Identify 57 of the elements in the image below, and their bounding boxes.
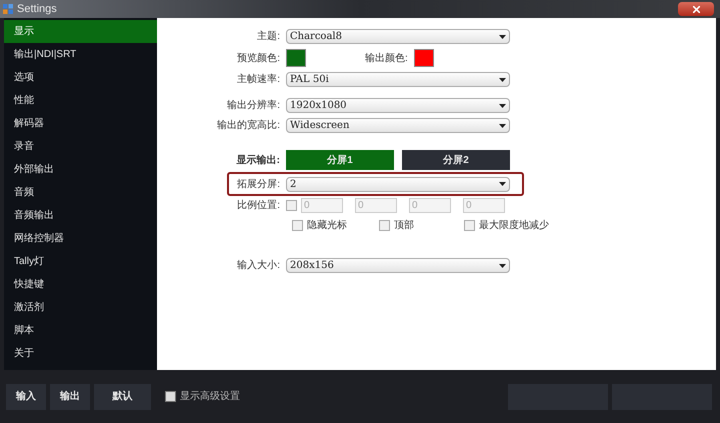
sidebar-item[interactable]: 音频输出 (4, 204, 157, 227)
field-label: 输入大小: (236, 258, 281, 273)
split-tab[interactable]: 分屏1 (286, 150, 394, 170)
checkbox-label: 顶部 (394, 218, 414, 233)
sidebar-item[interactable]: 关于 (4, 342, 157, 365)
sidebar-button[interactable]: 输入 (6, 384, 46, 410)
field-label: 输出的宽高比: (216, 118, 281, 133)
field-label: 输出分辨率: (226, 98, 281, 113)
dropdown[interactable]: 1920x1080 (286, 98, 510, 113)
field-label: 比例位置: (236, 198, 281, 213)
sidebar-item[interactable]: 解码器 (4, 112, 157, 135)
checkbox-label: 隐藏光标 (307, 218, 347, 233)
sidebar-item[interactable]: 外部输出 (4, 158, 157, 181)
dropdown-arrow-icon (499, 34, 506, 38)
sidebar-item[interactable]: 快捷键 (4, 273, 157, 296)
dropdown[interactable]: 2 (286, 176, 510, 192)
sidebar-item[interactable]: 显示 (4, 20, 157, 43)
close-button[interactable] (678, 2, 714, 16)
dropdown[interactable]: Widescreen (286, 118, 510, 133)
sidebar-button[interactable]: 默认 (94, 384, 151, 410)
sidebar-item[interactable]: 音频 (4, 181, 157, 204)
checkbox[interactable] (292, 220, 303, 231)
checkbox[interactable] (379, 220, 390, 231)
dropdown-arrow-icon (499, 78, 506, 82)
dropdown[interactable]: PAL 50i (286, 72, 510, 87)
checkbox[interactable] (286, 200, 297, 211)
dropdown-arrow-icon (499, 124, 506, 128)
field-label: 拓展分屏: (236, 178, 281, 192)
field-label: 显示输出: (236, 154, 281, 168)
dropdown[interactable]: Charcoal8 (286, 29, 510, 44)
color-swatch[interactable] (414, 49, 434, 67)
field-label: 输出颜色: (365, 52, 408, 66)
sidebar-item[interactable]: 选项 (4, 66, 157, 89)
checkbox-label: 显示高级设置 (180, 390, 240, 404)
sidebar-item[interactable]: 脚本 (4, 319, 157, 342)
field-label: 主题: (256, 30, 281, 44)
app-icon (3, 4, 13, 14)
sidebar-item[interactable]: 激活剂 (4, 296, 157, 319)
sidebar-item[interactable]: 录音 (4, 135, 157, 158)
checkbox[interactable] (464, 220, 475, 231)
sidebar-item[interactable]: 网络控制器 (4, 227, 157, 250)
dropdown-arrow-icon (499, 104, 506, 108)
checkbox-label: 最大限度地减少 (479, 218, 549, 233)
field-label: 主帧速率: (236, 72, 281, 87)
dropdown-arrow-icon (499, 264, 506, 268)
field-label: 预览颜色: (236, 52, 281, 66)
sidebar-item[interactable]: 性能 (4, 89, 157, 112)
checkbox[interactable] (165, 391, 176, 402)
window-title: Settings (17, 2, 57, 17)
sidebar-item[interactable]: 输出|NDI|SRT (4, 43, 157, 66)
dropdown-arrow-icon (499, 182, 506, 186)
sidebar-item[interactable]: Tally灯 (4, 250, 157, 273)
split-tab[interactable]: 分屏2 (402, 150, 510, 170)
dropdown[interactable]: 208x156 (286, 258, 510, 273)
color-swatch[interactable] (286, 49, 306, 67)
sidebar-button[interactable]: 输出 (50, 384, 90, 410)
close-icon (692, 6, 700, 12)
